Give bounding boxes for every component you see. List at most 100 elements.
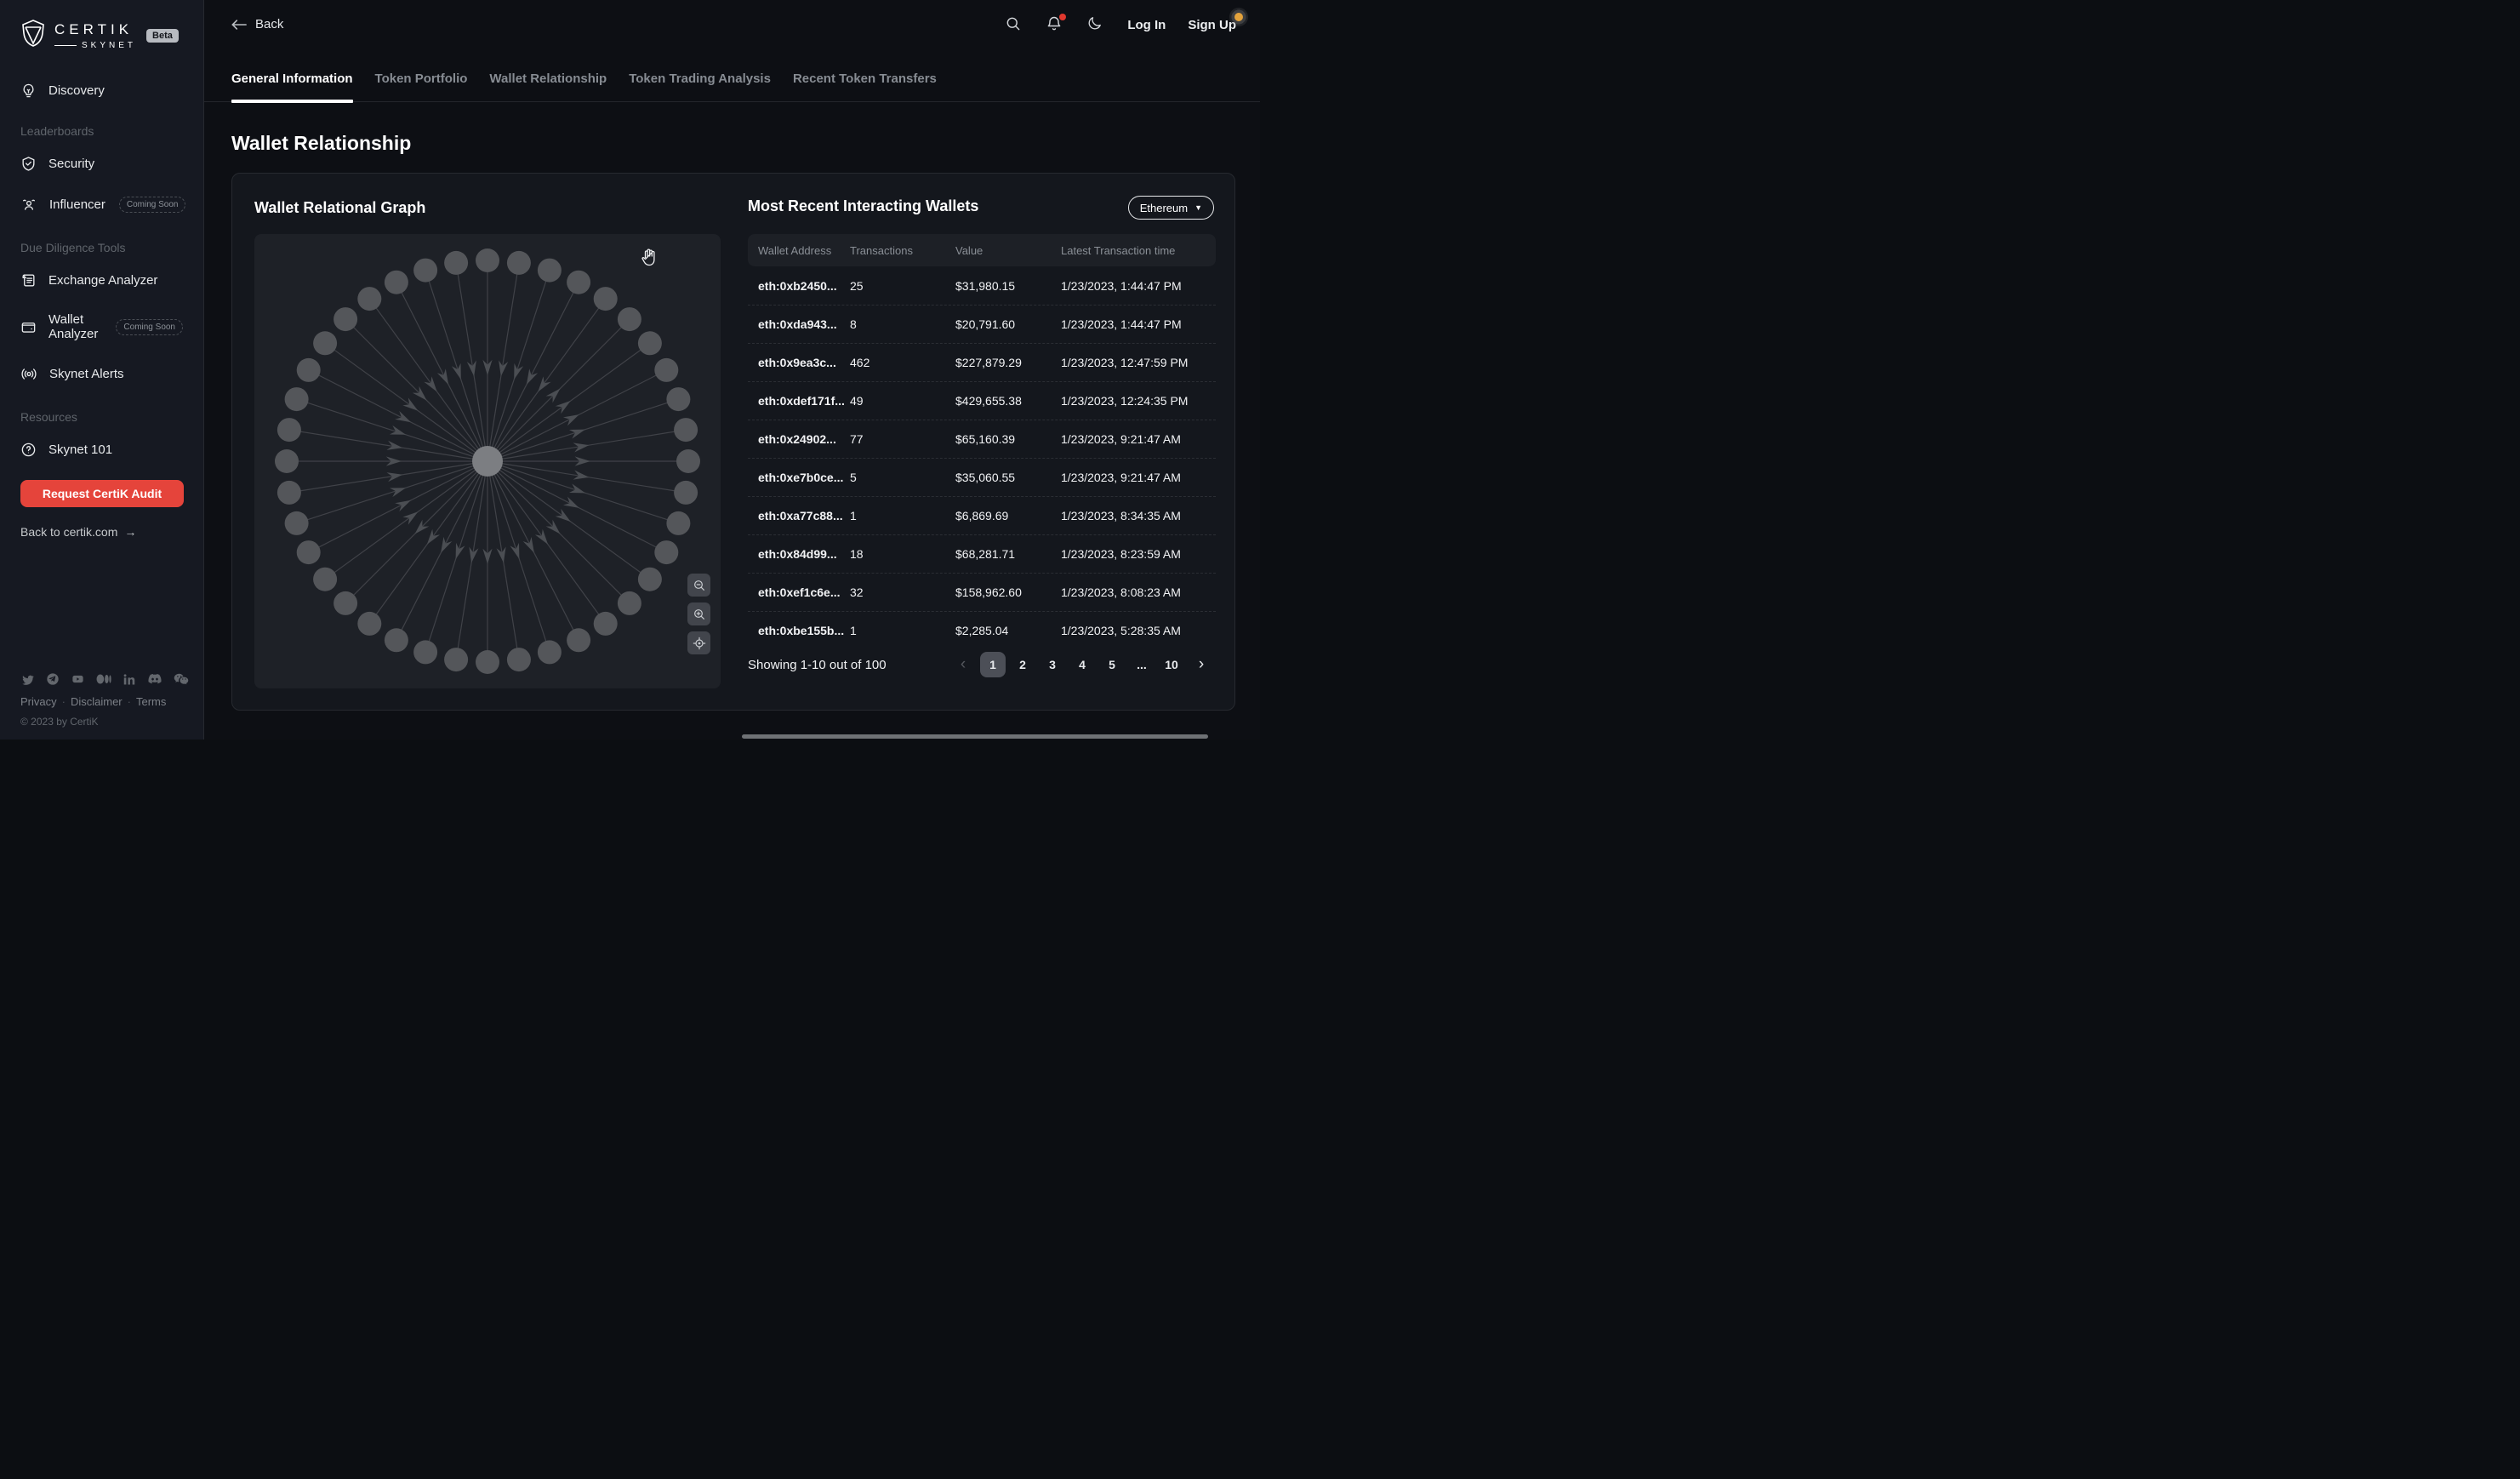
value-cell: $68,281.71 — [955, 547, 1061, 561]
request-audit-button[interactable]: Request CertiK Audit — [20, 480, 184, 507]
sidebar-item-skynet-alerts[interactable]: Skynet Alerts — [20, 366, 183, 382]
table-row[interactable]: eth:0xa77c88...1$6,869.691/23/2023, 8:34… — [748, 496, 1216, 534]
table-row[interactable]: eth:0xe7b0ce...5$35,060.551/23/2023, 9:2… — [748, 458, 1216, 496]
page-button-10[interactable]: 10 — [1159, 652, 1184, 677]
network-selector-value: Ethereum — [1140, 202, 1188, 214]
transactions-cell: 1 — [850, 624, 955, 637]
value-cell: $6,869.69 — [955, 509, 1061, 523]
wallet-address-cell[interactable]: eth:0xef1c6e... — [748, 585, 850, 599]
tab-token-trading-analysis[interactable]: Token Trading Analysis — [629, 71, 771, 102]
dot-separator: · — [62, 695, 66, 708]
copyright-text: © 2023 by CertiK — [20, 716, 184, 728]
page-button-3[interactable]: 3 — [1040, 652, 1065, 677]
recenter-target-button[interactable] — [687, 631, 710, 654]
page-ellipsis: ... — [1129, 652, 1155, 677]
wallet-address-cell[interactable]: eth:0xb2450... — [748, 279, 850, 293]
search-icon[interactable] — [1005, 15, 1023, 34]
wallet-address-cell[interactable]: eth:0xda943... — [748, 317, 850, 331]
wallet-relational-graph-canvas[interactable] — [254, 234, 721, 688]
table-header-row: Wallet AddressTransactionsValueLatest Tr… — [748, 234, 1216, 266]
telegram-icon[interactable] — [46, 672, 60, 686]
terms-link[interactable]: Terms — [136, 695, 166, 708]
wallet-address-cell[interactable]: eth:0xdef171f... — [748, 394, 850, 408]
next-page-button[interactable]: › — [1189, 652, 1214, 677]
table-row[interactable]: eth:0xef1c6e...32$158,962.601/23/2023, 8… — [748, 573, 1216, 611]
lightbulb-icon — [20, 83, 37, 99]
page-button-4[interactable]: 4 — [1069, 652, 1095, 677]
sidebar-item-discovery[interactable]: Discovery — [20, 83, 183, 99]
column-header: Wallet Address — [748, 244, 850, 257]
tab-wallet-relationship[interactable]: Wallet Relationship — [489, 71, 607, 102]
login-button[interactable]: Log In — [1127, 18, 1166, 32]
signup-button[interactable]: Sign Up — [1188, 18, 1236, 32]
tab-token-portfolio[interactable]: Token Portfolio — [375, 71, 468, 102]
sidebar-item-exchange-analyzer[interactable]: Exchange Analyzer — [20, 272, 183, 288]
wallet-address-cell[interactable]: eth:0x9ea3c... — [748, 356, 850, 369]
app-window: CERTIK SKYNET Beta Discovery Leaderboard… — [0, 0, 1260, 740]
page-button-1[interactable]: 1 — [980, 652, 1006, 677]
graph-controls — [687, 574, 710, 654]
sidebar-item-influencer[interactable]: Influencer Coming Soon — [20, 197, 183, 213]
section-label-resources: Resources — [20, 410, 183, 424]
wallet-graph-svg — [254, 234, 721, 688]
sidebar-item-wallet-analyzer[interactable]: Wallet Analyzer Coming Soon — [20, 312, 183, 341]
page-button-5[interactable]: 5 — [1099, 652, 1125, 677]
arrow-left-icon — [231, 19, 247, 31]
network-selector-dropdown[interactable]: Ethereum ▼ — [1128, 196, 1214, 220]
latest-transaction-time-cell: 1/23/2023, 8:08:23 AM — [1061, 585, 1216, 599]
table-row[interactable]: eth:0xbe155b...1$2,285.041/23/2023, 5:28… — [748, 611, 1216, 649]
value-cell: $227,879.29 — [955, 356, 1061, 369]
wallet-address-cell[interactable]: eth:0xe7b0ce... — [748, 471, 850, 484]
twitter-icon[interactable] — [20, 673, 35, 686]
page-button-2[interactable]: 2 — [1010, 652, 1035, 677]
dark-mode-moon-icon[interactable] — [1086, 15, 1105, 34]
horizontal-scrollbar-thumb[interactable] — [742, 734, 1208, 739]
notifications-bell-icon[interactable] — [1046, 15, 1064, 34]
table-row[interactable]: eth:0x24902...77$65,160.391/23/2023, 9:2… — [748, 420, 1216, 458]
table-row[interactable]: eth:0x84d99...18$68,281.711/23/2023, 8:2… — [748, 534, 1216, 573]
beta-badge: Beta — [146, 29, 179, 43]
question-circle-icon — [20, 442, 37, 458]
brand-name: CERTIK — [54, 21, 136, 38]
privacy-link[interactable]: Privacy — [20, 695, 57, 708]
column-header: Value — [955, 244, 1061, 257]
table-row[interactable]: eth:0xb2450...25$31,980.151/23/2023, 1:4… — [748, 266, 1216, 305]
wallet-address-cell[interactable]: eth:0xa77c88... — [748, 509, 850, 523]
sidebar-item-skynet-101[interactable]: Skynet 101 — [20, 442, 183, 458]
transactions-cell: 18 — [850, 547, 955, 561]
hand-cursor-icon — [639, 248, 658, 268]
linkedin-icon[interactable] — [123, 673, 136, 686]
wallet-address-cell[interactable]: eth:0xbe155b... — [748, 624, 850, 637]
scroll-icon — [20, 272, 37, 288]
wallet-address-cell[interactable]: eth:0x24902... — [748, 432, 850, 446]
pagination-summary: Showing 1-10 out of 100 — [748, 658, 887, 672]
table-row[interactable]: eth:0xda943...8$20,791.601/23/2023, 1:44… — [748, 305, 1216, 343]
previous-page-button[interactable]: ‹ — [950, 652, 976, 677]
sidebar-item-security[interactable]: Security — [20, 156, 183, 172]
transactions-cell: 49 — [850, 394, 955, 408]
medium-icon[interactable] — [96, 674, 111, 684]
wechat-icon[interactable] — [174, 673, 189, 686]
table-row[interactable]: eth:0xdef171f...49$429,655.381/23/2023, … — [748, 381, 1216, 420]
zoom-out-button[interactable] — [687, 574, 710, 597]
latest-transaction-time-cell: 1/23/2023, 8:23:59 AM — [1061, 547, 1216, 561]
back-to-certik-link[interactable]: Back to certik.com → — [20, 525, 183, 539]
zoom-in-button[interactable] — [687, 602, 710, 625]
tab-general-information[interactable]: General Information — [231, 71, 353, 102]
discord-icon[interactable] — [147, 673, 162, 685]
latest-transaction-time-cell: 1/23/2023, 1:44:47 PM — [1061, 317, 1216, 331]
table-row[interactable]: eth:0x9ea3c...462$227,879.291/23/2023, 1… — [748, 343, 1216, 381]
tab-bar: General Information Token Portfolio Wallet… — [204, 71, 1260, 102]
disclaimer-link[interactable]: Disclaimer — [71, 695, 123, 708]
sidebar-item-label: Discovery — [48, 83, 105, 98]
tab-recent-token-transfers[interactable]: Recent Token Transfers — [793, 71, 937, 102]
youtube-icon[interactable] — [71, 673, 85, 685]
certik-skynet-logo[interactable]: CERTIK SKYNET Beta — [20, 19, 183, 52]
wallets-section-title: Most Recent Interacting Wallets — [748, 197, 978, 215]
back-button[interactable]: Back — [231, 17, 283, 31]
interacting-wallets-table: Wallet AddressTransactionsValueLatest Tr… — [748, 234, 1216, 649]
column-header: Latest Transaction time — [1061, 244, 1216, 257]
wallet-icon — [20, 319, 37, 335]
sidebar-footer: Privacy· Disclaimer· Terms © 2023 by Cer… — [20, 672, 184, 728]
wallet-address-cell[interactable]: eth:0x84d99... — [748, 547, 850, 561]
